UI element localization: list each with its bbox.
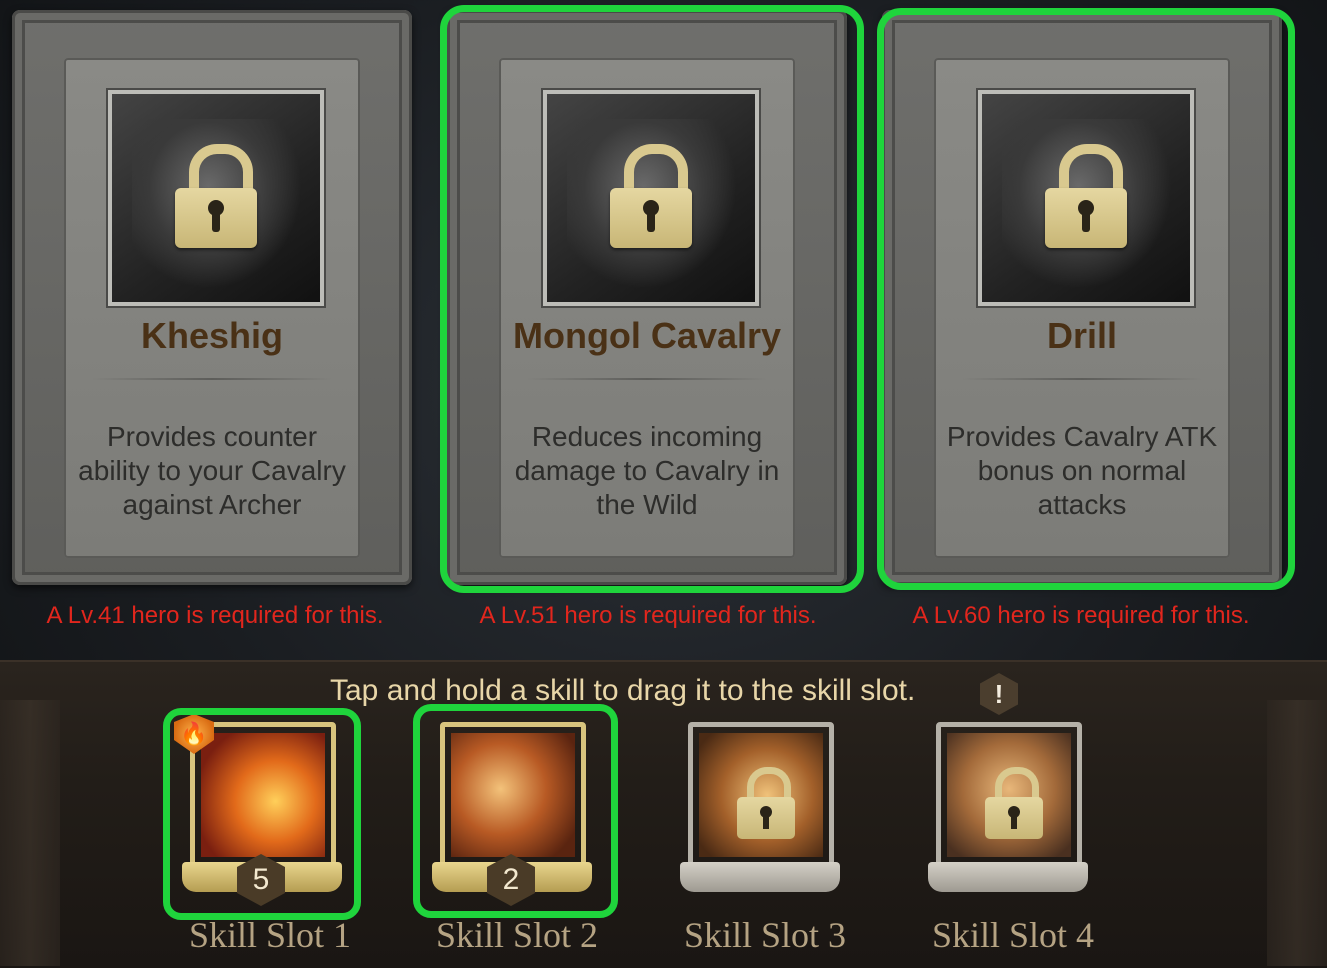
highlight-frame — [440, 5, 864, 593]
slot-base — [680, 862, 840, 892]
card-description: Provides counter ability to your Cavalry… — [78, 421, 346, 520]
highlight-frame — [163, 708, 361, 920]
slot-frame — [688, 722, 834, 868]
slot-label: Skill Slot 1 — [188, 915, 352, 955]
highlight-frame — [413, 704, 618, 918]
slot-label: Skill Slot 3 — [683, 915, 847, 955]
lock-icon — [985, 767, 1043, 839]
highlight-frame — [877, 8, 1295, 590]
slot-base — [928, 862, 1088, 892]
requirement-text: A Lv.60 hero is required for this. — [912, 602, 1250, 629]
skill-slot-4[interactable] — [928, 722, 1088, 897]
drag-hint-text: Tap and hold a skill to drag it to the s… — [330, 674, 916, 707]
slot-frame — [936, 722, 1082, 868]
skill-slot-3[interactable] — [680, 722, 840, 897]
card-title: Kheshig — [140, 315, 283, 356]
requirement-text: A Lv.41 hero is required for this. — [46, 602, 384, 629]
slot-label: Skill Slot 2 — [435, 915, 599, 955]
lock-icon — [737, 767, 795, 839]
divider — [92, 378, 332, 380]
requirement-text: A Lv.51 hero is required for this. — [479, 602, 817, 629]
skill-card-kheshig[interactable]: Kheshig Provides counter ability to your… — [12, 10, 412, 585]
pillar-left — [0, 700, 60, 966]
lock-icon — [175, 144, 257, 248]
slot-label: Skill Slot 4 — [931, 915, 1095, 955]
skill-portrait — [106, 88, 326, 308]
pillar-right — [1267, 700, 1327, 966]
